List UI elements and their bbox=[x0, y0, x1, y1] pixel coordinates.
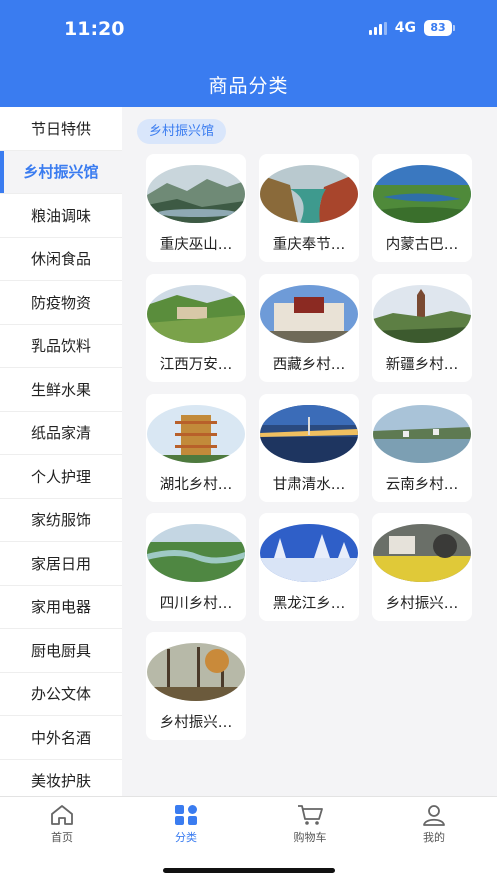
product-card[interactable]: 乡村振兴… bbox=[146, 632, 246, 740]
sidebar-item-paper-cleaning[interactable]: 纸品家清 bbox=[0, 412, 122, 455]
autumn-trees-photo bbox=[147, 643, 245, 701]
product-card[interactable]: 湖北乡村… bbox=[146, 394, 246, 502]
product-card[interactable]: 黑龙江乡… bbox=[259, 513, 359, 621]
sidebar-item-household[interactable]: 家居日用 bbox=[0, 542, 122, 586]
tab-home[interactable]: 首页 bbox=[32, 804, 92, 845]
signal-icon bbox=[368, 21, 387, 35]
home-indicator bbox=[163, 868, 335, 873]
sidebar-item-kitchen[interactable]: 厨电厨具 bbox=[0, 629, 122, 673]
section-tag: 乡村振兴馆 bbox=[137, 119, 227, 144]
grassland-lake-photo bbox=[373, 165, 471, 223]
category-content: 乡村振兴馆 重庆巫山… 重庆奉节… 内蒙古巴… 江西万安… 西藏乡村… 新疆乡村… bbox=[122, 107, 497, 796]
yellow-crane-tower-photo bbox=[147, 405, 245, 463]
misty-mountain-river-photo bbox=[147, 165, 245, 223]
tab-label: 购物车 bbox=[293, 831, 327, 844]
product-card[interactable]: 四川乡村… bbox=[146, 513, 246, 621]
sidebar-item-festival[interactable]: 节日特供 bbox=[0, 107, 122, 151]
category-sidebar: 节日特供 乡村振兴馆 粮油调味 休闲食品 防疫物资 乳品饮料 生鲜水果 纸品家清… bbox=[0, 107, 122, 796]
top-header: 11:20 4G 83 商品分类 bbox=[0, 0, 497, 107]
status-indicators: 4G 83 bbox=[368, 20, 455, 36]
tab-label: 分类 bbox=[175, 831, 197, 844]
card-label: 云南乡村… bbox=[385, 477, 459, 493]
card-label: 内蒙古巴… bbox=[385, 237, 459, 253]
card-label: 江西万安… bbox=[159, 357, 233, 373]
product-card[interactable]: 新疆乡村… bbox=[372, 274, 472, 382]
user-icon bbox=[423, 805, 445, 826]
product-card[interactable]: 甘肃清水… bbox=[259, 394, 359, 502]
sidebar-item-dairy-drinks[interactable]: 乳品饮料 bbox=[0, 325, 122, 368]
product-card[interactable]: 云南乡村… bbox=[372, 394, 472, 502]
cart-icon bbox=[298, 805, 323, 825]
card-label: 四川乡村… bbox=[159, 596, 233, 612]
card-label: 乡村振兴… bbox=[159, 715, 233, 731]
sidebar-item-snacks[interactable]: 休闲食品 bbox=[0, 238, 122, 281]
sidebar-item-epidemic-supplies[interactable]: 防疫物资 bbox=[0, 281, 122, 325]
product-card[interactable]: 内蒙古巴… bbox=[372, 154, 472, 262]
category-icon bbox=[175, 805, 197, 825]
card-label: 乡村振兴… bbox=[385, 596, 459, 612]
sidebar-item-beauty[interactable]: 美妆护肤 bbox=[0, 760, 122, 797]
sidebar-item-liquor[interactable]: 中外名酒 bbox=[0, 716, 122, 760]
snow-forest-photo bbox=[260, 524, 358, 582]
mountain-village-photo bbox=[147, 285, 245, 343]
status-time: 11:20 bbox=[64, 18, 125, 40]
battery-level: 83 bbox=[424, 20, 452, 36]
product-card[interactable]: 重庆奉节… bbox=[259, 154, 359, 262]
tab-category[interactable]: 分类 bbox=[156, 804, 216, 845]
card-label: 黑龙江乡… bbox=[272, 596, 346, 612]
bridge-night-photo bbox=[260, 405, 358, 463]
lake-village-photo bbox=[373, 405, 471, 463]
product-card[interactable]: 江西万安… bbox=[146, 274, 246, 382]
card-label: 甘肃清水… bbox=[272, 477, 346, 493]
sidebar-item-rural-revitalization[interactable]: 乡村振兴馆 bbox=[0, 150, 122, 194]
battery-icon: 83 bbox=[424, 20, 455, 36]
tab-cart[interactable]: 购物车 bbox=[280, 804, 340, 845]
network-type: 4G bbox=[394, 20, 416, 36]
page-title: 商品分类 bbox=[208, 75, 289, 97]
rapeseed-field-photo bbox=[373, 524, 471, 582]
card-label: 湖北乡村… bbox=[159, 477, 233, 493]
potala-palace-photo bbox=[260, 285, 358, 343]
sidebar-item-personal-care[interactable]: 个人护理 bbox=[0, 455, 122, 499]
home-icon bbox=[51, 805, 73, 825]
tab-label: 我的 bbox=[423, 831, 445, 844]
card-label: 重庆巫山… bbox=[159, 237, 233, 253]
sidebar-item-appliances[interactable]: 家用电器 bbox=[0, 586, 122, 629]
river-bend-photo bbox=[147, 524, 245, 582]
sidebar-item-grain-oil[interactable]: 粮油调味 bbox=[0, 194, 122, 238]
tab-profile[interactable]: 我的 bbox=[404, 804, 464, 845]
river-gorge-photo bbox=[260, 165, 358, 223]
card-label: 重庆奉节… bbox=[272, 237, 346, 253]
pagoda-landscape-photo bbox=[373, 285, 471, 343]
card-label: 西藏乡村… bbox=[272, 357, 346, 373]
sidebar-item-fresh-fruit[interactable]: 生鲜水果 bbox=[0, 368, 122, 412]
product-card[interactable]: 西藏乡村… bbox=[259, 274, 359, 382]
product-card[interactable]: 重庆巫山… bbox=[146, 154, 246, 262]
sidebar-item-office[interactable]: 办公文体 bbox=[0, 673, 122, 716]
tab-label: 首页 bbox=[51, 831, 73, 844]
product-card[interactable]: 乡村振兴… bbox=[372, 513, 472, 621]
card-label: 新疆乡村… bbox=[385, 357, 459, 373]
sidebar-item-textiles[interactable]: 家纺服饰 bbox=[0, 499, 122, 542]
